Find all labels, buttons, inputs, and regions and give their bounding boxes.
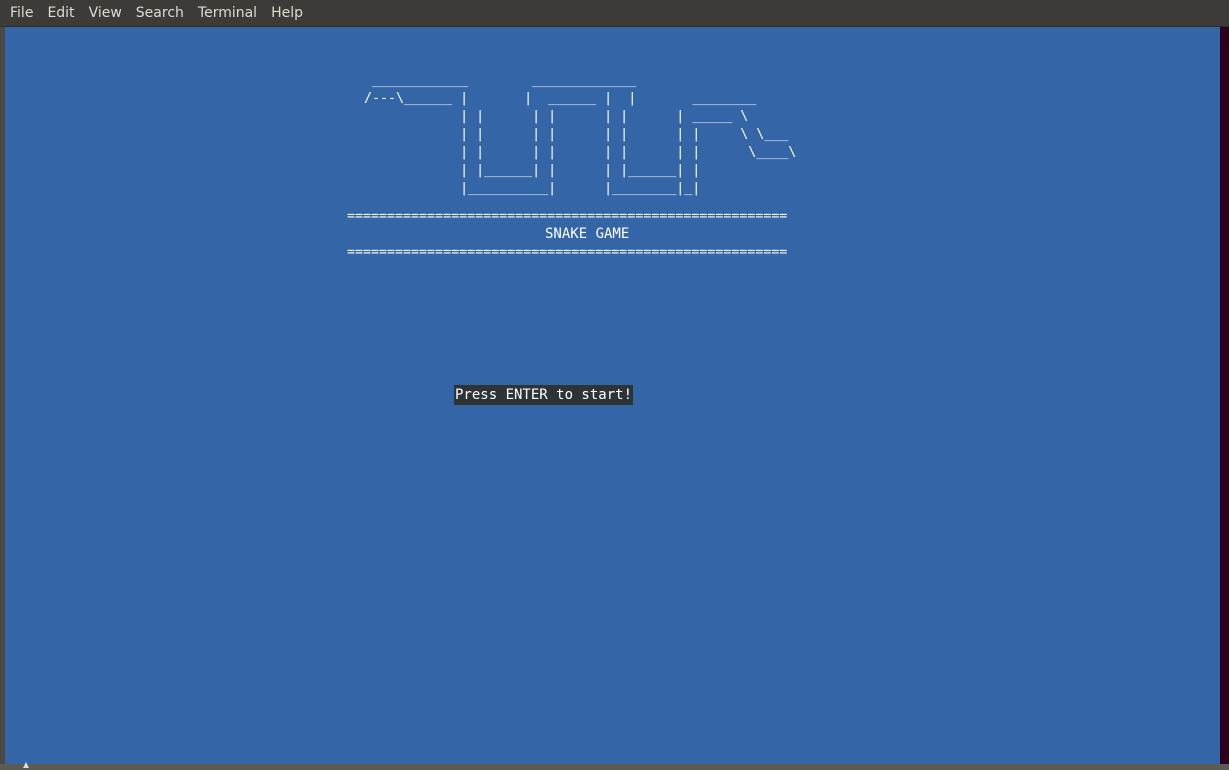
terminal-screen[interactable]: ____________ _____________ /---\______ |…: [5, 27, 1220, 764]
menu-bar: File Edit View Search Terminal Help: [0, 0, 1229, 27]
terminal-window: File Edit View Search Terminal Help ____…: [0, 0, 1229, 770]
title-rule-bottom: ========================================…: [347, 245, 788, 260]
desktop-background-edge: [1220, 27, 1229, 764]
menu-edit[interactable]: Edit: [40, 0, 81, 26]
menu-file[interactable]: File: [0, 0, 40, 26]
menu-help[interactable]: Help: [264, 0, 310, 26]
menu-terminal[interactable]: Terminal: [191, 0, 264, 26]
window-bottom-border: [0, 764, 1229, 770]
snake-ascii-logo: ____________ _____________ /---\______ |…: [364, 73, 797, 196]
menu-view[interactable]: View: [82, 0, 129, 26]
title-rule-top: ========================================…: [347, 209, 788, 224]
start-prompt: Press ENTER to start!: [454, 385, 634, 405]
game-title: SNAKE GAME: [545, 226, 630, 242]
menu-search[interactable]: Search: [129, 0, 191, 26]
resize-handle-icon[interactable]: [23, 762, 29, 768]
